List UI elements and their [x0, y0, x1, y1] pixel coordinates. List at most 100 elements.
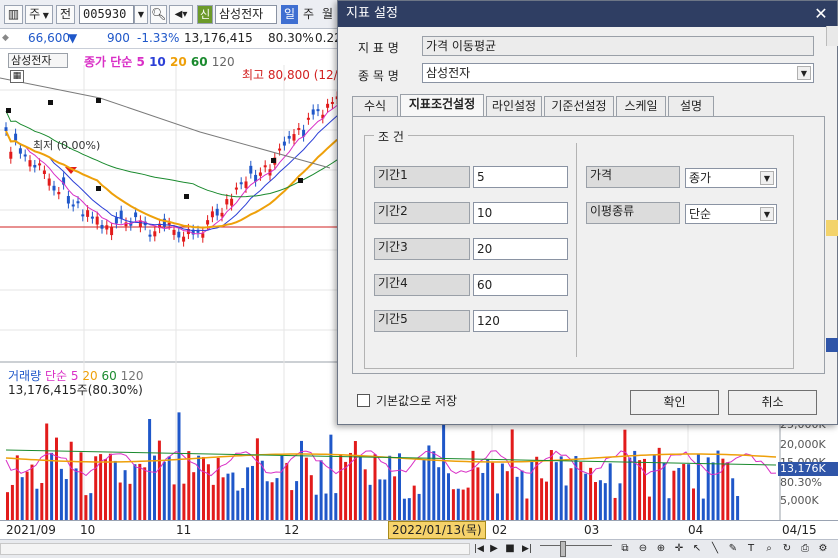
volume-bar	[69, 441, 73, 520]
volume-bar	[84, 495, 88, 520]
magnifier-icon[interactable]: ⌕	[762, 542, 776, 556]
volume-bar	[89, 493, 93, 520]
volume-bar	[295, 481, 299, 520]
stock-name-field[interactable]: 삼성전자	[215, 5, 277, 24]
scroll-first-icon[interactable]: |◀	[473, 542, 485, 556]
volume-bar	[221, 477, 225, 520]
stock-name-select-value: 삼성전자	[426, 66, 471, 80]
chevron-down-icon[interactable]: ▼	[760, 207, 774, 221]
volume-bar	[108, 453, 112, 520]
settings-icon[interactable]: ⚙	[816, 542, 830, 556]
cancel-button[interactable]: 취소	[728, 390, 817, 415]
volume-bar	[344, 461, 348, 520]
candle-body	[326, 103, 330, 108]
ma-legend-5: 5	[136, 55, 145, 69]
volume-bar	[432, 451, 436, 520]
candle-body	[38, 163, 42, 166]
tab-line-settings[interactable]: 라인설정	[486, 96, 542, 116]
layout-toggle-icon[interactable]: ⧉	[618, 542, 632, 556]
volume-bar	[662, 462, 666, 520]
ma-type-select[interactable]: 단순 ▼	[685, 204, 777, 224]
period-4-input[interactable]: 60	[473, 274, 568, 296]
ma-legend-60: 60	[190, 55, 208, 69]
prev-button[interactable]: 전	[56, 5, 75, 24]
candle-body	[42, 170, 46, 174]
dialog-titlebar[interactable]: 지표 설정	[338, 1, 837, 27]
quote-marker-icon: ◆	[2, 33, 9, 43]
grid-table-icon[interactable]: ▦	[10, 70, 24, 83]
stop-icon[interactable]: ■	[504, 542, 516, 556]
credit-icon[interactable]: 신	[197, 5, 213, 24]
volume-bar	[510, 429, 514, 520]
tab-indicator-conditions[interactable]: 지표조건설정	[400, 94, 484, 117]
text-tool-icon[interactable]: T	[744, 542, 758, 556]
volume-bar	[726, 462, 730, 520]
play-icon[interactable]: ▶	[488, 542, 500, 556]
volume-tick-5000k: 5,000K	[780, 494, 819, 507]
volume-value: 13,176,415	[184, 31, 253, 45]
tab-description[interactable]: 설명	[668, 96, 714, 116]
code-dropdown-icon[interactable]: ▼	[134, 5, 148, 24]
candle-body	[33, 164, 37, 168]
volume-bar	[407, 498, 411, 520]
zoom-slider[interactable]	[540, 545, 612, 553]
zoom-out-icon[interactable]: ⊖	[636, 542, 650, 556]
crosshair-icon[interactable]: ✛	[672, 542, 686, 556]
volume-bar	[412, 485, 416, 520]
volume-bar	[270, 482, 274, 520]
change-value: 900	[107, 31, 130, 45]
candle-body	[95, 216, 99, 225]
chevron-down-icon[interactable]: ▼	[760, 171, 774, 185]
volume-bar	[657, 447, 661, 520]
horizontal-scrollbar[interactable]	[0, 543, 470, 555]
candle-body	[263, 165, 267, 168]
volume-bar	[143, 467, 147, 520]
volume-bar	[309, 475, 313, 520]
x-label-2021-09: 2021/09	[6, 523, 56, 537]
marker-tool-icon[interactable]: ✎	[726, 542, 740, 556]
volume-bar	[324, 493, 328, 520]
volume-bar	[231, 472, 235, 520]
chevron-down-icon[interactable]: ▼	[797, 66, 811, 80]
period-5-input[interactable]: 120	[473, 310, 568, 332]
speaker-icon[interactable]: ◀▾	[169, 5, 193, 24]
volume-bar	[192, 472, 196, 520]
volume-bar	[496, 493, 499, 520]
timeframe-day-tab[interactable]: 일	[281, 5, 298, 24]
bottom-control-bar: |◀ ▶ ■ ▶| ⧉ ⊖ ⊕ ✛ ↖ ╲ ✎ T ⌕ ↻ ⎙ ⚙	[0, 539, 838, 558]
arrow-tool-icon[interactable]: ↖	[690, 542, 704, 556]
timeframe-week-tab[interactable]: 주	[300, 5, 317, 24]
scroll-last-icon[interactable]: ▶|	[520, 542, 534, 556]
ma-node-marker	[96, 98, 101, 103]
period-2-input[interactable]: 10	[473, 202, 568, 224]
tab-baseline-settings[interactable]: 기준선설정	[544, 96, 614, 116]
timeframe-month-tab[interactable]: 월	[319, 5, 336, 24]
period-1-input[interactable]: 5	[473, 166, 568, 188]
period-3-input[interactable]: 20	[473, 238, 568, 260]
volume-bar	[35, 488, 39, 520]
zoom-in-icon[interactable]: ⊕	[654, 542, 668, 556]
ma-legend-label: 종가 단순	[84, 55, 133, 69]
price-select[interactable]: 종가 ▼	[685, 168, 777, 188]
tab-scale[interactable]: 스케일	[616, 96, 666, 116]
save-default-checkbox[interactable]	[357, 394, 370, 407]
zoom-slider-handle[interactable]	[560, 541, 566, 557]
stock-name-select[interactable]: 삼성전자 ▼	[422, 63, 814, 83]
code-input[interactable]: 005930	[79, 5, 134, 24]
candle-body	[119, 210, 123, 219]
search-icon[interactable]: 🔍︎	[150, 5, 167, 24]
volume-bar	[559, 456, 563, 520]
candle-body	[206, 220, 210, 225]
close-icon[interactable]: ✕	[811, 4, 831, 24]
ma-node-marker	[271, 158, 276, 163]
selected-date-badge: 2022/01/13(목)	[388, 521, 486, 539]
line-tool-icon[interactable]: ╲	[708, 542, 722, 556]
tab-formula[interactable]: 수식	[352, 96, 398, 116]
print-icon[interactable]: ⎙	[798, 542, 812, 556]
period-type-select[interactable]: 주 ▼	[25, 5, 53, 24]
ok-button[interactable]: 확인	[630, 390, 719, 415]
layout-icon[interactable]: ▥	[4, 5, 23, 24]
volume-bar	[545, 481, 548, 520]
price-badge-edge	[826, 338, 838, 352]
refresh-icon[interactable]: ↻	[780, 542, 794, 556]
